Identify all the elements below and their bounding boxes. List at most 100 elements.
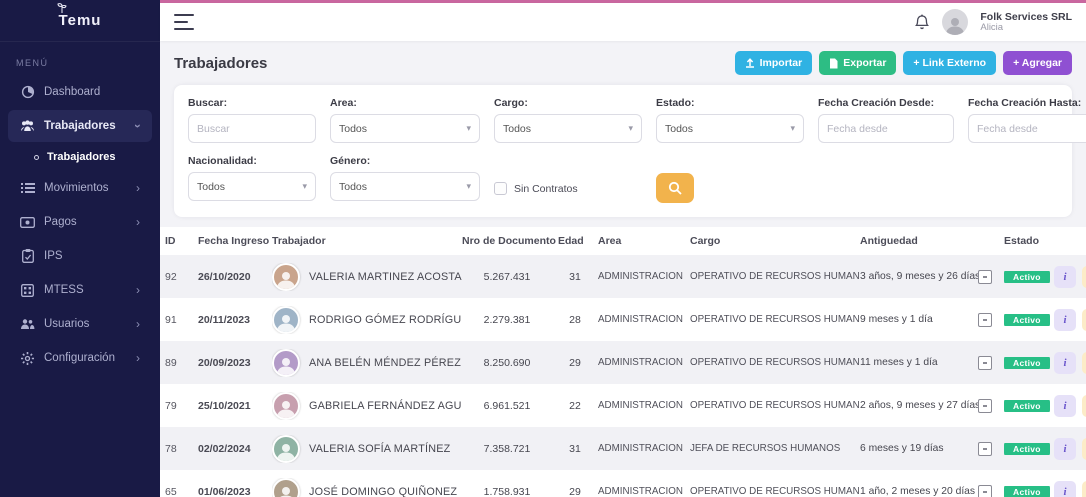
logo-bar: Temu <box>0 0 160 42</box>
table-row[interactable]: 65 01/06/2023 JOSÉ DOMINGO QUIÑONEZ 1.75… <box>160 470 1086 497</box>
sin-contratos-checkbox[interactable] <box>494 182 507 195</box>
status-badge: Activo <box>1004 357 1050 369</box>
chevron-right-icon: › <box>136 216 140 228</box>
app-window: Temu MENÚ Dashboard Trabajadores › Traba… <box>0 0 1086 497</box>
upload-icon <box>745 58 755 68</box>
table-row[interactable]: 92 26/10/2020 VALERIA MARTINEZ ACOSTA 5.… <box>160 255 1086 298</box>
cell-antiguedad: 9 meses y 1 día <box>860 314 978 325</box>
header-antiguedad[interactable]: Antiguedad <box>860 235 978 247</box>
contract-icon[interactable] <box>978 485 992 497</box>
info-button[interactable]: i <box>1054 352 1076 374</box>
page-title: Trabajadores <box>174 55 267 72</box>
import-button[interactable]: Importar <box>735 51 813 75</box>
export-button[interactable]: Exportar <box>819 51 896 75</box>
import-label: Importar <box>760 57 803 69</box>
table-row[interactable]: 91 20/11/2023 RODRIGO GÓMEZ RODRÍGUEZ 2.… <box>160 298 1086 341</box>
export-label: Exportar <box>843 57 886 69</box>
cell-id: 89 <box>165 357 198 369</box>
contract-icon[interactable] <box>978 356 992 370</box>
estado-select[interactable]: Todos ▾ <box>656 114 804 143</box>
sidebar-subitem-trabajadores[interactable]: Trabajadores <box>0 144 160 170</box>
cell-area: ADMINISTRACION <box>598 443 690 454</box>
header-cargo[interactable]: Cargo <box>690 235 860 247</box>
info-button[interactable]: i <box>1054 266 1076 288</box>
sidebar-item-movimientos[interactable]: Movimientos › <box>8 172 152 204</box>
cell-antiguedad: 11 meses y 1 día <box>860 357 978 368</box>
main-area: Folk Services SRL Alicia Trabajadores Im… <box>160 0 1086 497</box>
info-button[interactable]: i <box>1054 395 1076 417</box>
contract-icon[interactable] <box>978 442 992 456</box>
area-select[interactable]: Todos ▾ <box>330 114 480 143</box>
table-row[interactable]: 78 02/02/2024 VALERIA SOFÍA MARTÍNEZ 7.3… <box>160 427 1086 470</box>
info-button[interactable]: i <box>1054 438 1076 460</box>
user-name: Alicia <box>980 23 1072 34</box>
edit-button[interactable] <box>1082 395 1086 417</box>
sidebar-item-label: Usuarios <box>44 318 89 330</box>
header-documento[interactable]: Nro de Documento <box>462 235 558 247</box>
header-edad[interactable]: Edad <box>558 235 598 247</box>
edit-button[interactable] <box>1082 481 1086 497</box>
contract-icon[interactable] <box>978 270 992 284</box>
edit-button[interactable] <box>1082 309 1086 331</box>
fecha-hasta-input[interactable] <box>968 114 1086 143</box>
link-externo-button[interactable]: + Link Externo <box>903 51 996 75</box>
contract-icon[interactable] <box>978 313 992 327</box>
header-area[interactable]: Area <box>598 235 690 247</box>
status-badge: Activo <box>1004 271 1050 283</box>
estado-label: Estado: <box>656 97 804 109</box>
edit-button[interactable] <box>1082 352 1086 374</box>
worker-name: GABRIELA FERNÁNDEZ AGUILAR <box>309 400 462 412</box>
sidebar-item-ips[interactable]: IPS <box>8 240 152 272</box>
user-block[interactable]: Folk Services SRL Alicia <box>980 11 1072 34</box>
contract-icon[interactable] <box>978 399 992 413</box>
sidebar-item-dashboard[interactable]: Dashboard <box>8 76 152 108</box>
cell-fecha-ingreso: 20/09/2023 <box>198 357 272 369</box>
cell-documento: 1.758.931 <box>462 486 558 497</box>
agregar-button[interactable]: + Agregar <box>1003 51 1072 75</box>
cargo-select[interactable]: Todos ▾ <box>494 114 642 143</box>
cell-documento: 2.279.381 <box>462 314 558 326</box>
caret-down-icon: ▾ <box>628 123 633 134</box>
info-button[interactable]: i <box>1054 309 1076 331</box>
header-id[interactable]: ID <box>165 235 198 247</box>
info-button[interactable]: i <box>1054 481 1076 497</box>
fecha-hasta-label: Fecha Creación Hasta: <box>968 97 1086 109</box>
workers-table: ID Fecha Ingreso Trabajador Nro de Docum… <box>160 227 1086 497</box>
cell-id: 79 <box>165 400 198 412</box>
sidebar-item-trabajadores[interactable]: Trabajadores › <box>8 110 152 142</box>
sidebar-item-configuracion[interactable]: Configuración › <box>8 342 152 374</box>
menu-section-label: MENÚ <box>0 42 160 74</box>
user-avatar[interactable] <box>942 9 968 35</box>
cell-cargo: OPERATIVO DE RECURSOS HUMANOS <box>690 314 860 325</box>
edit-button[interactable] <box>1082 438 1086 460</box>
nacionalidad-select[interactable]: Todos ▾ <box>188 172 316 201</box>
hamburger-menu-icon[interactable] <box>174 14 194 30</box>
caret-down-icon: ▾ <box>790 123 795 134</box>
header-fecha-ingreso[interactable]: Fecha Ingreso <box>198 235 272 247</box>
page-actions: Importar Exportar + Link Externo + Agreg… <box>735 51 1072 75</box>
sin-contratos-label: Sin Contratos <box>514 183 578 195</box>
search-input[interactable] <box>188 114 316 143</box>
fecha-desde-input[interactable] <box>818 114 954 143</box>
bell-icon[interactable] <box>914 14 930 31</box>
temu-logo[interactable]: Temu <box>59 12 102 29</box>
cell-edad: 31 <box>558 443 598 455</box>
table-row[interactable]: 79 25/10/2021 GABRIELA FERNÁNDEZ AGUILAR… <box>160 384 1086 427</box>
cell-antiguedad: 2 años, 9 meses y 27 días <box>860 400 978 411</box>
header-estado[interactable]: Estado <box>1004 235 1054 247</box>
genero-select[interactable]: Todos ▾ <box>330 172 480 201</box>
buscar-label: Buscar: <box>188 97 316 109</box>
sprout-icon <box>57 3 67 14</box>
table-row[interactable]: 89 20/09/2023 ANA BELÉN MÉNDEZ PÉREZ 8.2… <box>160 341 1086 384</box>
topbar: Folk Services SRL Alicia <box>160 3 1086 41</box>
sidebar-item-mtess[interactable]: MTESS › <box>8 274 152 306</box>
sidebar-item-pagos[interactable]: Pagos › <box>8 206 152 238</box>
worker-avatar <box>272 306 300 334</box>
header-trabajador[interactable]: Trabajador <box>272 235 462 247</box>
sidebar-subitem-label: Trabajadores <box>47 151 115 163</box>
search-button[interactable] <box>656 173 694 203</box>
cell-edad: 29 <box>558 357 598 369</box>
edit-button[interactable] <box>1082 266 1086 288</box>
cell-cargo: OPERATIVO DE RECURSOS HUMANOS <box>690 400 860 411</box>
sidebar-item-usuarios[interactable]: Usuarios › <box>8 308 152 340</box>
